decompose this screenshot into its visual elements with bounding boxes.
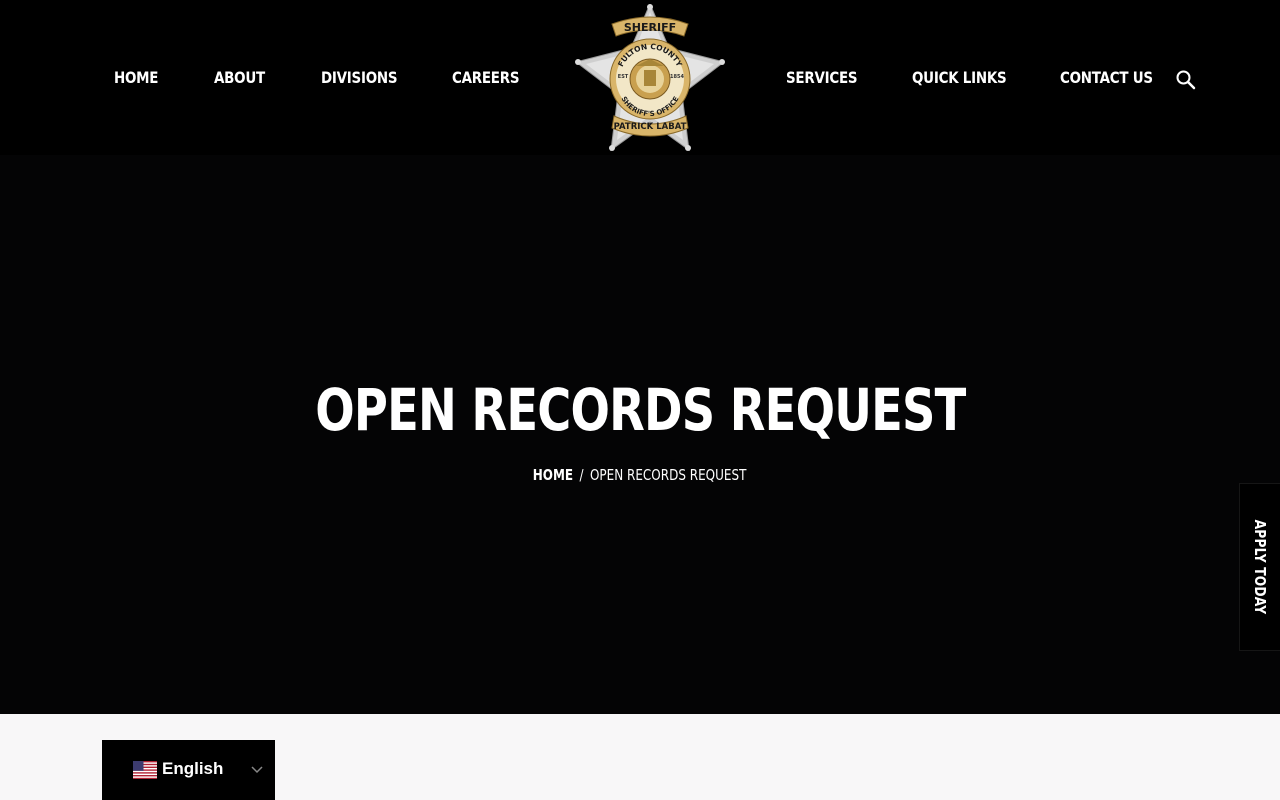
- page-title: OPEN RECORDS REQUEST: [314, 376, 966, 444]
- us-flag-icon: [133, 761, 157, 779]
- chevron-down-icon: [251, 766, 263, 774]
- badge-top-text: SHERIFF: [624, 21, 676, 34]
- search-icon[interactable]: [1174, 68, 1198, 92]
- language-selector[interactable]: English: [102, 740, 275, 800]
- sheriff-badge-logo[interactable]: SHERIFF EST 1854 FULTON COUNTY SHERIFF'S…: [574, 4, 726, 154]
- apply-today-tab[interactable]: APPLY TODAY: [1240, 484, 1280, 650]
- apply-today-label: APPLY TODAY: [1251, 519, 1269, 615]
- language-label: English: [162, 759, 224, 778]
- nav-quick-links[interactable]: QUICK LINKS: [912, 68, 1007, 87]
- badge-est: EST: [618, 74, 629, 80]
- breadcrumb-separator: /: [579, 466, 584, 484]
- page: HOME ABOUT DIVISIONS CAREERS SHERIFF EST…: [0, 0, 1280, 800]
- badge-banner: PATRICK LABAT: [614, 122, 687, 132]
- breadcrumb: HOME / OPEN RECORDS REQUEST: [0, 466, 1280, 484]
- nav-about[interactable]: ABOUT: [214, 68, 265, 87]
- nav-divisions[interactable]: DIVISIONS: [321, 68, 398, 87]
- nav-home[interactable]: HOME: [114, 68, 158, 87]
- site-header: HOME ABOUT DIVISIONS CAREERS SHERIFF EST…: [0, 0, 1280, 155]
- nav-contact-us[interactable]: CONTACT US: [1060, 68, 1153, 87]
- nav-services[interactable]: SERVICES: [786, 68, 858, 87]
- nav-careers[interactable]: CAREERS: [452, 68, 520, 87]
- breadcrumb-home-link[interactable]: HOME: [533, 466, 573, 484]
- breadcrumb-current: OPEN RECORDS REQUEST: [590, 466, 747, 484]
- hero-banner: OPEN RECORDS REQUEST HOME / OPEN RECORDS R…: [0, 155, 1280, 714]
- badge-year: 1854: [670, 74, 684, 80]
